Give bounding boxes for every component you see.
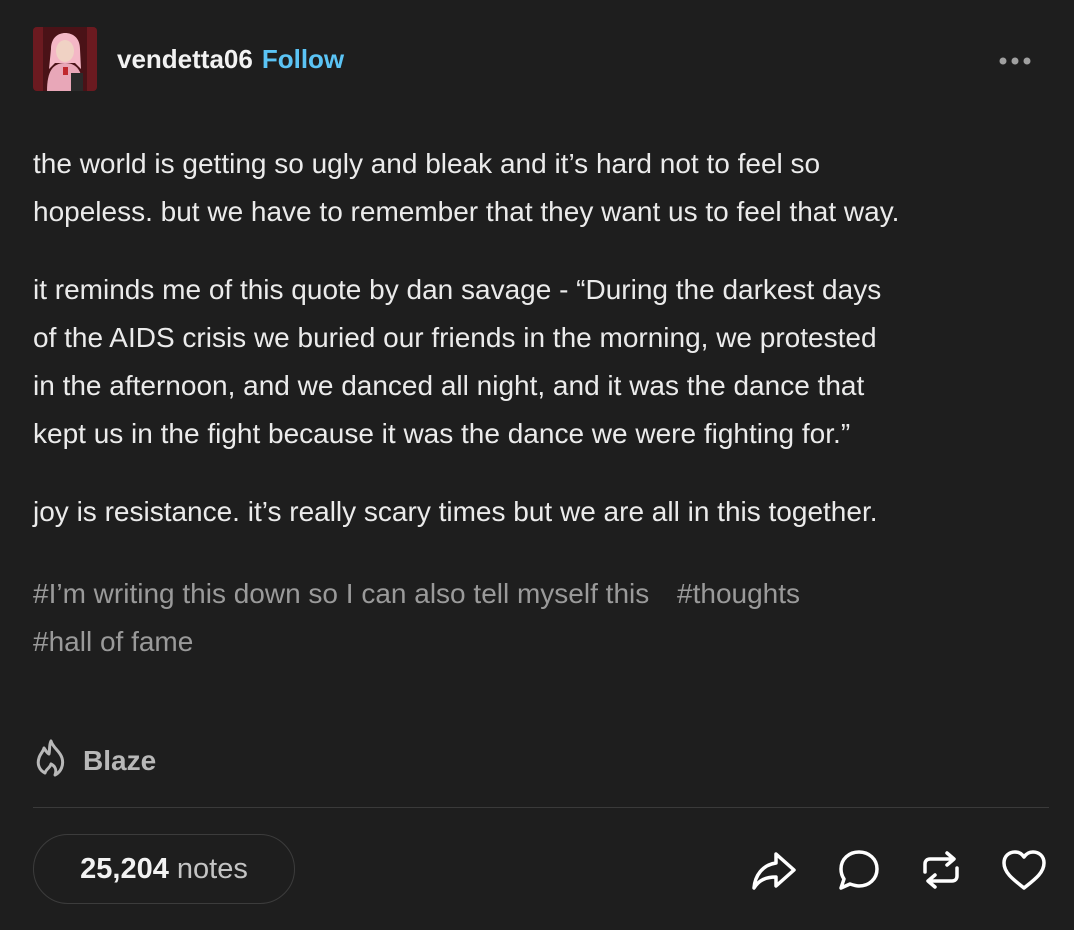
blaze-label: Blaze [83,744,157,776]
notes-label: notes [176,852,248,885]
tumblr-post: vendetta06 Follow the world is getting s… [0,0,1074,930]
flame-icon [33,738,69,783]
tag[interactable]: #hall of fame [33,626,193,657]
follow-button[interactable]: Follow [262,44,344,75]
blaze-button[interactable]: Blaze [33,738,156,783]
post-header: vendetta06 Follow [33,27,344,91]
post-paragraph: joy is resistance. it’s really scary tim… [33,496,878,527]
tag[interactable]: #I’m writing this down so I can also tel… [33,578,649,609]
post-paragraph: it reminds me of this quote by dan savag… [33,274,882,449]
notes-count: 25,204 [80,852,169,885]
avatar[interactable] [33,27,97,91]
speech-bubble-icon[interactable] [835,846,883,894]
tag[interactable]: #thoughts [677,578,800,609]
notes-button[interactable]: 25,204 notes [33,834,295,904]
reblog-icon[interactable] [917,846,965,894]
more-horizontal-icon[interactable] [997,52,1037,70]
heart-icon[interactable] [1000,846,1048,894]
share-arrow-icon[interactable] [750,846,798,894]
divider [33,807,1049,808]
post-tags: #I’m writing this down so I can also tel… [33,570,1033,666]
post-paragraph: the world is getting so ugly and bleak a… [33,148,900,227]
username[interactable]: vendetta06 [117,44,253,75]
